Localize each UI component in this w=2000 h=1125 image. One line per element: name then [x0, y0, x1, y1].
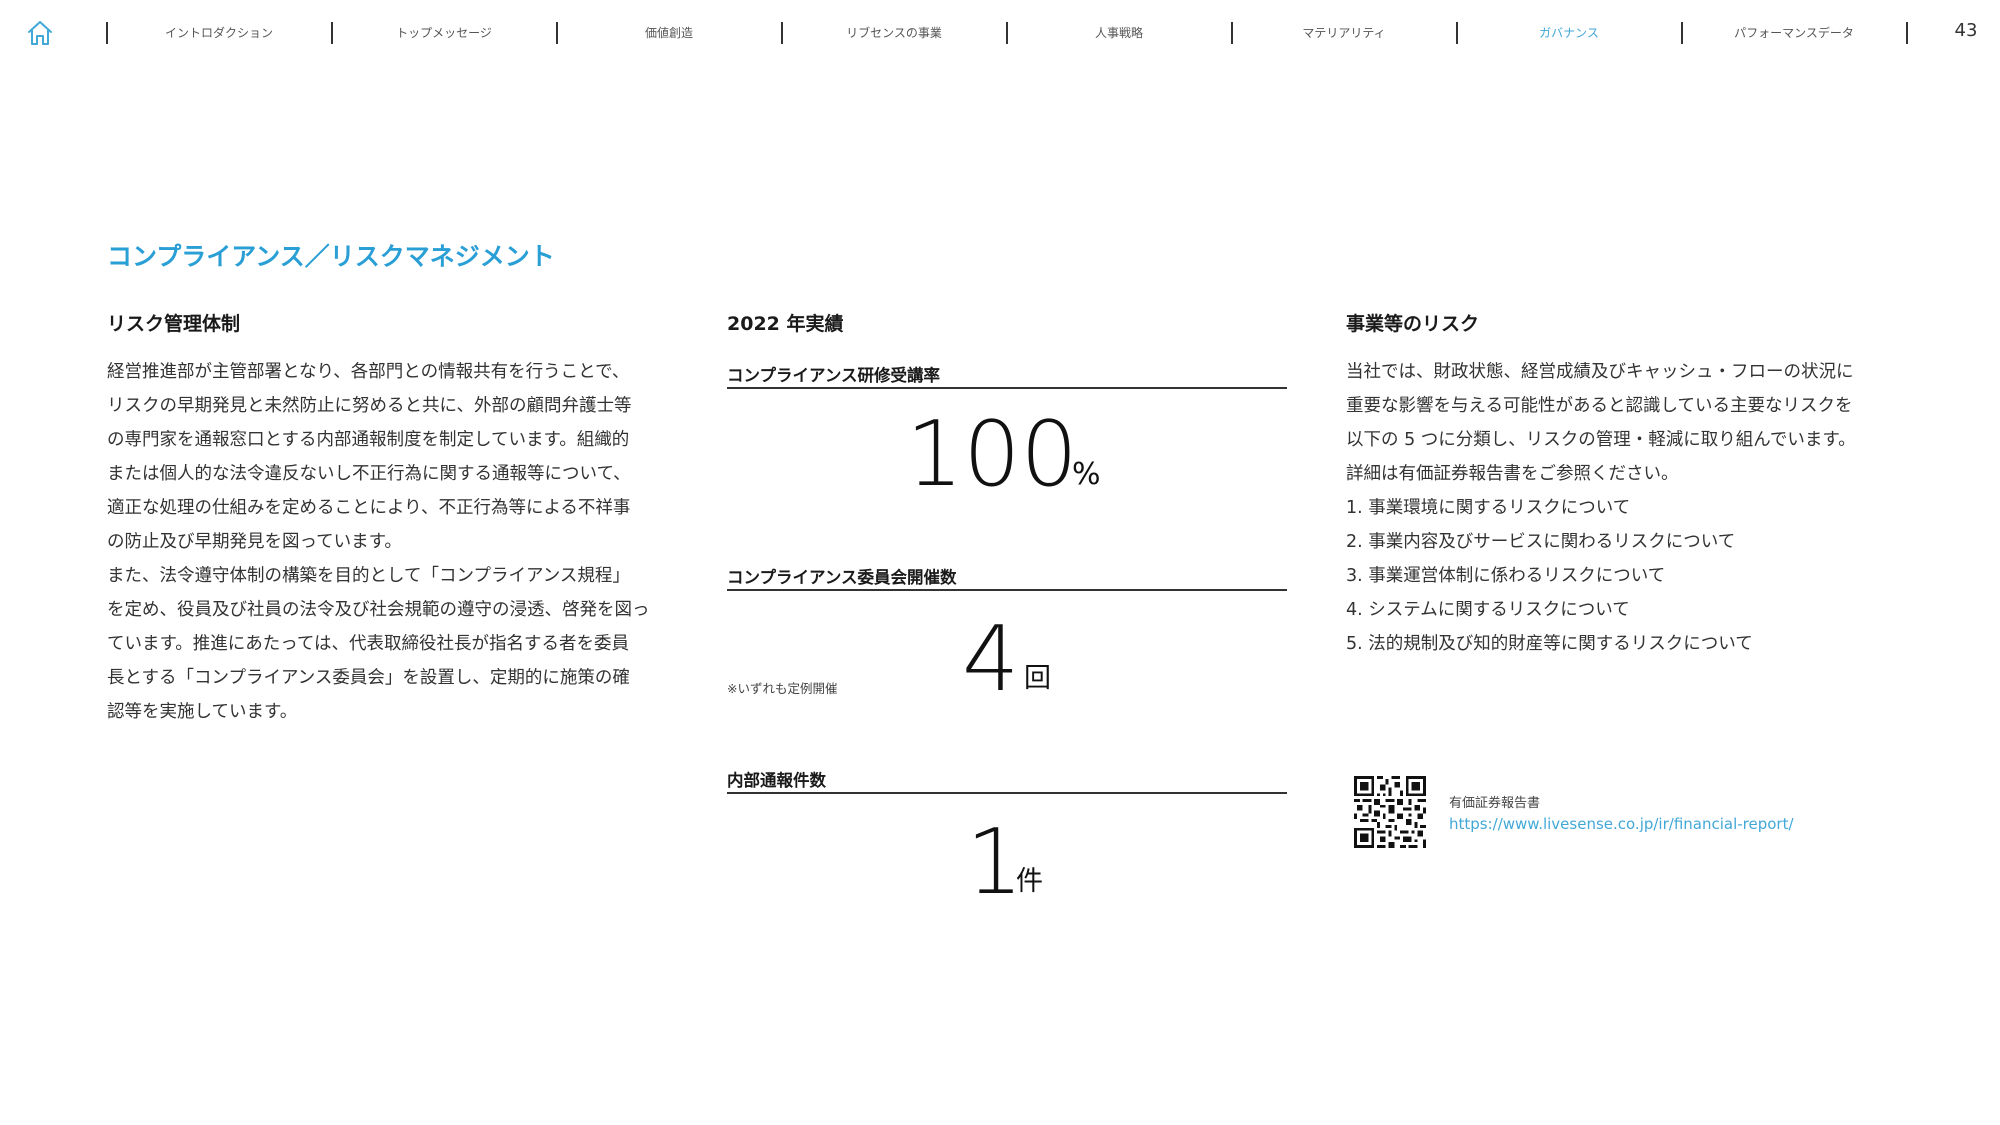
body-line: の防止及び早期発見を図っています。 — [107, 532, 402, 552]
qr-code-icon[interactable] — [1354, 776, 1426, 848]
kpi-divider — [727, 387, 1287, 389]
business-risks-heading: 事業等のリスク — [1346, 313, 1480, 335]
risk-list-item: 3. 事業運営体制に係わるリスクについて — [1346, 566, 1666, 586]
nav-divider — [1906, 22, 1908, 44]
training-rate-value: 100 — [906, 402, 1078, 507]
page-number: 43 — [1954, 20, 1978, 41]
committee-meetings-label: コンプライアンス委員会開催数 — [727, 568, 957, 587]
nav-item-value-creation[interactable]: 価値創造 — [557, 24, 781, 44]
risk-management-heading: リスク管理体制 — [107, 313, 241, 335]
top-navigation: イントロダクション トップメッセージ 価値創造 リブセンスの事業 人事戦略 マテ… — [0, 0, 2000, 66]
financial-report-label: 有価証券報告書 — [1449, 796, 1541, 811]
body-line: 認等を実施しています。 — [107, 702, 298, 722]
nav-item-materiality[interactable]: マテリアリティ — [1232, 24, 1456, 44]
body-line: 経営推進部が主管部署となり、各部門との情報共有を行うことで、 — [107, 362, 630, 382]
risk-list-item: 5. 法的規制及び知的財産等に関するリスクについて — [1346, 634, 1753, 654]
body-line: 当社では、財政状態、経営成績及びキャッシュ・フローの状況に — [1346, 362, 1854, 382]
section-title: コンプライアンス／リスクマネジメント — [107, 242, 555, 271]
committee-meetings-unit: 回 — [1024, 663, 1051, 694]
nav-item-hr-strategy[interactable]: 人事戦略 — [1007, 24, 1231, 44]
kpi-divider — [727, 792, 1287, 794]
committee-meetings-value: 4 — [962, 607, 1020, 712]
financial-report-link[interactable]: https://www.livesense.co.jp/ir/financial… — [1449, 815, 1794, 833]
risk-list-item: 1. 事業環境に関するリスクについて — [1346, 498, 1631, 518]
kpi-divider — [727, 589, 1287, 591]
whistleblowing-count-unit: 件 — [1016, 866, 1043, 897]
body-line: を定め、役員及び社員の法令及び社会規範の遵守の浸透、啓発を図っ — [107, 600, 650, 620]
training-rate-label: コンプライアンス研修受講率 — [727, 366, 941, 385]
body-line: 長とする「コンプライアンス委員会」を設置し、定期的に施策の確 — [107, 668, 630, 688]
body-line: リスクの早期発見と未然防止に努めると共に、外部の顧問弁護士等 — [107, 396, 632, 416]
training-rate-unit: % — [1072, 457, 1101, 492]
body-line: 以下の 5 つに分類し、リスクの管理・軽減に取り組んでいます。 — [1346, 430, 1856, 450]
risk-list-item: 4. システムに関するリスクについて — [1346, 600, 1630, 620]
nav-item-introduction[interactable]: イントロダクション — [107, 24, 331, 44]
committee-meetings-note: ※いずれも定例開催 — [727, 681, 838, 696]
business-risks-body: 当社では、財政状態、経営成績及びキャッシュ・フローの状況に 重要な影響を与える可… — [1346, 355, 1856, 661]
risk-management-body: 経営推進部が主管部署となり、各部門との情報共有を行うことで、 リスクの早期発見と… — [107, 355, 650, 729]
nav-item-governance[interactable]: ガバナンス — [1457, 24, 1681, 44]
body-line: 適正な処理の仕組みを定めることにより、不正行為等による不祥事 — [107, 498, 631, 518]
body-line: 詳細は有価証券報告書をご参照ください。 — [1346, 464, 1679, 484]
whistleblowing-count-label: 内部通報件数 — [727, 771, 826, 790]
body-line: また、法令遵守体制の構築を目的として「コンプライアンス規程」 — [107, 566, 630, 586]
body-line: ています。推進にあたっては、代表取締役社長が指名する者を委員 — [107, 634, 630, 654]
nav-item-top-message[interactable]: トップメッセージ — [332, 24, 556, 44]
results-2022-heading: 2022 年実績 — [727, 313, 844, 335]
body-line: の専門家を通報窓口とする内部通報制度を制定しています。組織的 — [107, 430, 630, 450]
body-line: または個人的な法令違反ないし不正行為に関する通報等について、 — [107, 464, 631, 484]
body-line: 重要な影響を与える可能性があると認識している主要なリスクを — [1346, 396, 1853, 416]
nav-item-performance-data[interactable]: パフォーマンスデータ — [1682, 24, 1906, 44]
whistleblowing-count-value: 1 — [966, 810, 1024, 915]
risk-list-item: 2. 事業内容及びサービスに関わるリスクについて — [1346, 532, 1736, 552]
home-icon[interactable] — [26, 20, 54, 46]
nav-item-business[interactable]: リブセンスの事業 — [782, 24, 1006, 44]
